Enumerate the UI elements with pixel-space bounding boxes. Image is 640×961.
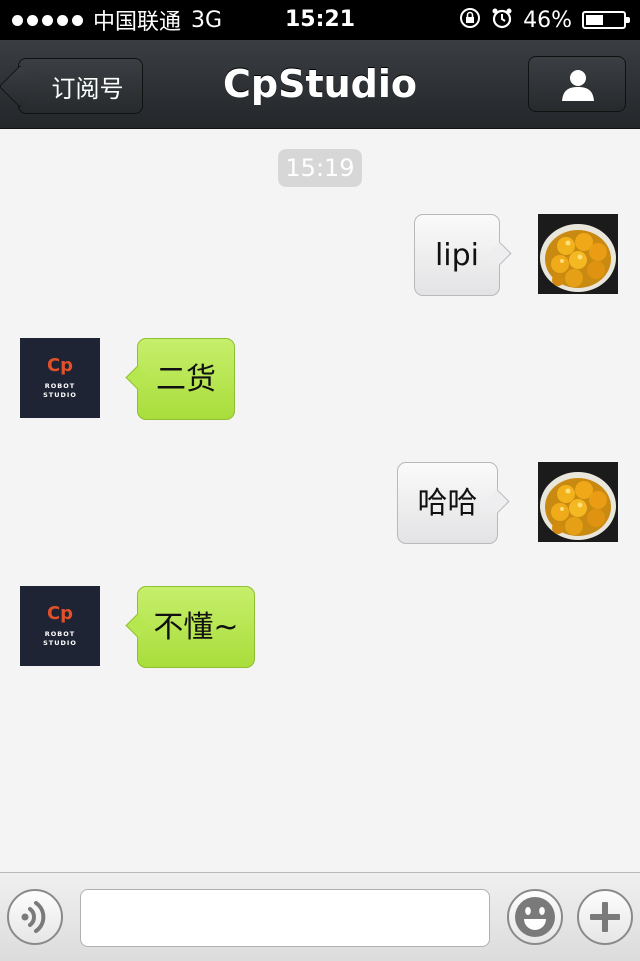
navigation-bar: 订阅号 CpStudio [0, 40, 640, 129]
alarm-icon [491, 7, 513, 34]
svg-text:STUDIO: STUDIO [43, 639, 77, 647]
profile-button[interactable] [528, 56, 626, 112]
rotation-lock-icon [459, 7, 481, 34]
chat-area[interactable]: 15:19 lipi Cp ROBOT STUDIO 二货 哈哈 Cp ROBO… [0, 129, 640, 871]
message-input[interactable] [80, 889, 490, 947]
user-icon [562, 70, 594, 101]
voice-icon [21, 901, 46, 933]
message-timestamp: 15:19 [278, 149, 362, 187]
my-avatar[interactable] [538, 214, 618, 294]
emoji-icon [515, 897, 555, 937]
svg-text:Cp: Cp [47, 603, 73, 624]
message-bubble-outgoing[interactable]: lipi [414, 214, 500, 296]
food-photo-image [538, 214, 618, 294]
message-text: lipi [434, 238, 480, 273]
message-text: 不懂~ [153, 610, 239, 645]
food-photo-image [538, 462, 618, 542]
svg-text:Cp: Cp [47, 355, 73, 376]
svg-text:STUDIO: STUDIO [43, 391, 77, 399]
contact-avatar[interactable]: Cp ROBOT STUDIO [20, 586, 100, 666]
message-text: 二货 [156, 362, 216, 397]
message-bubble-incoming[interactable]: 二货 [137, 338, 235, 420]
status-bar: 中国联通 3G 15:21 46% [0, 0, 640, 40]
battery-percent: 46% [523, 7, 572, 33]
voice-button[interactable] [7, 889, 63, 945]
message-bubble-outgoing[interactable]: 哈哈 [397, 462, 498, 544]
my-avatar[interactable] [538, 462, 618, 542]
svg-text:ROBOT: ROBOT [45, 382, 75, 390]
cp-robot-studio-logo: Cp ROBOT STUDIO [20, 586, 100, 666]
battery-icon [582, 11, 630, 29]
svg-text:ROBOT: ROBOT [45, 630, 75, 638]
emoji-button[interactable] [507, 889, 563, 945]
contact-avatar[interactable]: Cp ROBOT STUDIO [20, 338, 100, 418]
more-button[interactable] [577, 889, 633, 945]
message-text: 哈哈 [417, 486, 478, 521]
status-right: 46% [459, 0, 630, 40]
input-bar [0, 872, 640, 961]
cp-robot-studio-logo: Cp ROBOT STUDIO [20, 338, 100, 418]
plus-icon [590, 902, 620, 932]
message-bubble-incoming[interactable]: 不懂~ [137, 586, 255, 668]
